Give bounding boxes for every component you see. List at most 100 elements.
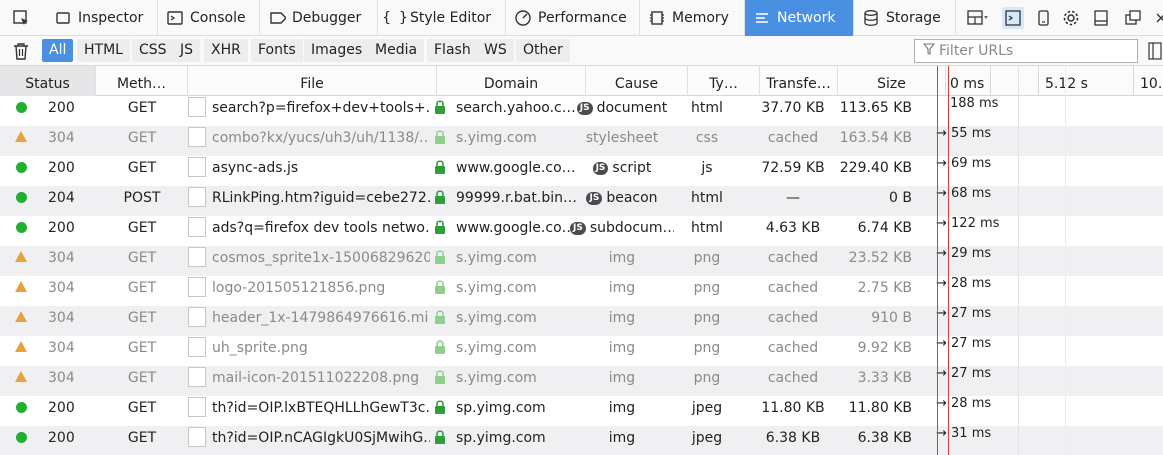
cell-method: GET (127, 370, 157, 386)
cause-label: img (608, 370, 636, 386)
lock-icon (434, 339, 446, 355)
cell-file: cosmos_sprite1x-15006829620… (212, 250, 430, 266)
status-cached-icon (15, 341, 27, 352)
cell-cause: JS document (570, 96, 674, 126)
status-ok-icon (16, 162, 27, 173)
inspector-icon (54, 9, 72, 27)
table-row[interactable]: 200 GET th?id=OIP.nCAGIgkU0SjMwihG… sp.yimg… (0, 426, 1163, 455)
cell-type: jpeg (691, 400, 723, 416)
cell-cause: img (570, 336, 674, 366)
table-row[interactable]: 200 GET search?p=firefox+dev+tools+… search… (0, 96, 1163, 126)
tab-performance[interactable]: Performance (506, 0, 640, 36)
status-cached-icon (15, 251, 27, 262)
table-row[interactable]: 200 GET async-ads.js www.google.co… JS script… (0, 156, 1163, 186)
filter-fonts[interactable]: Fonts (251, 39, 303, 62)
filter-all[interactable]: All (42, 39, 74, 62)
tab-console[interactable]: Console (158, 0, 260, 36)
tab-storage[interactable]: Storage (854, 0, 956, 36)
table-row[interactable]: 304 GET header_1x-1479864976616.mi… s.yimg.… (0, 306, 1163, 336)
cell-type: png (693, 370, 721, 386)
lock-icon (434, 399, 446, 415)
table-row[interactable]: 304 GET cosmos_sprite1x-15006829620… s.yimg… (0, 246, 1163, 276)
table-row[interactable]: 200 GET th?id=OIP.lxBTEQHLLhGewT3c… sp.yimg… (0, 396, 1163, 426)
filter-js[interactable]: JS (173, 39, 201, 62)
tab-memory[interactable]: Memory (640, 0, 745, 36)
lock-icon (434, 219, 446, 235)
cell-file: combo?kx/yucs/uh3/uh/1138/… (212, 130, 430, 146)
table-row[interactable]: 304 GET logo-201505121856.png s.yimg.com img… (0, 276, 1163, 306)
cell-method: GET (127, 430, 157, 446)
cause-label: stylesheet (585, 130, 659, 146)
filter-other[interactable]: Other (516, 39, 570, 62)
column-domain[interactable]: Domain (437, 66, 586, 96)
cell-domain: s.yimg.com (456, 310, 537, 326)
cell-domain: sp.yimg.com (456, 400, 546, 416)
separate-window-icon[interactable] (1122, 7, 1144, 29)
filter-ws[interactable]: WS (477, 39, 514, 62)
filter-images[interactable]: Images (304, 39, 370, 62)
clear-trash-icon[interactable] (12, 41, 30, 61)
table-row[interactable]: 200 GET ads?q=firefox dev tools netwo… www.… (0, 216, 1163, 246)
cell-domain: search.yahoo.c… (456, 100, 576, 116)
cell-status: 200 (48, 400, 75, 416)
cell-size: 9.92 KB (857, 340, 912, 356)
file-thumbnail-icon (188, 397, 206, 417)
cause-label: img (608, 430, 636, 446)
cell-transferred: — (786, 190, 800, 206)
filter-css[interactable]: CSS (132, 39, 174, 62)
column-type[interactable]: Ty… (688, 66, 760, 96)
js-badge-icon: JS (592, 162, 609, 175)
table-row[interactable]: 304 GET uh_sprite.png s.yimg.com img png cache… (0, 336, 1163, 366)
filter-media[interactable]: Media (368, 39, 425, 62)
cell-domain: sp.yimg.com (456, 430, 546, 446)
column-file[interactable]: File (188, 66, 437, 96)
console-icon (166, 9, 184, 27)
tab-debugger[interactable]: Debugger (260, 0, 378, 36)
cell-transferred: 6.38 KB (765, 430, 821, 446)
cell-type: html (691, 100, 723, 116)
tab-style-editor[interactable]: { } Style Editor (378, 0, 506, 36)
waterfall-timing: → 27 ms (936, 336, 992, 351)
cell-size: 0 B (889, 190, 912, 206)
cell-status: 204 (48, 190, 75, 206)
column-method[interactable]: Meth… (96, 66, 188, 96)
cell-domain: 99999.r.bat.bin… (456, 190, 577, 206)
funnel-icon (922, 43, 936, 59)
column-size[interactable]: Size (838, 66, 946, 96)
column-cause[interactable]: Cause (586, 66, 688, 96)
frame-picker-icon[interactable] (966, 7, 988, 29)
column-transferred[interactable]: Transfe… (760, 66, 838, 96)
file-thumbnail-icon (188, 427, 206, 447)
table-row[interactable]: 304 GET combo?kx/yucs/uh3/uh/1138/… s.yimg.… (0, 126, 1163, 156)
close-icon[interactable] (1150, 7, 1163, 29)
waterfall-gridline (990, 66, 991, 96)
cell-status: 200 (48, 220, 75, 236)
cell-method: GET (127, 340, 157, 356)
table-row[interactable]: 204 POST RLinkPing.htm?iguid=cebe272… 99999… (0, 186, 1163, 216)
filter-urls-input[interactable]: Filter URLs (914, 39, 1138, 63)
lock-icon (434, 99, 446, 115)
dock-bottom-icon[interactable] (1090, 7, 1112, 29)
column-status[interactable]: Status (0, 66, 96, 96)
cell-transferred: cached (767, 130, 819, 146)
cell-status: 304 (48, 310, 75, 326)
split-console-icon[interactable] (1002, 7, 1024, 29)
responsive-design-icon[interactable] (1032, 7, 1054, 29)
memory-icon (648, 9, 666, 27)
tab-inspector[interactable]: Inspector (46, 0, 158, 36)
tab-network[interactable]: Network (745, 0, 854, 36)
toggle-sidebar-icon[interactable] (1148, 41, 1162, 61)
waterfall-timing: → 27 ms (936, 366, 992, 381)
filter-xhr[interactable]: XHR (204, 39, 248, 62)
element-picker-icon[interactable] (10, 7, 32, 29)
file-thumbnail-icon (188, 367, 206, 387)
file-thumbnail-icon (188, 247, 206, 267)
filter-html[interactable]: HTML (77, 39, 130, 62)
load-event-line (948, 66, 949, 455)
filter-flash[interactable]: Flash (427, 39, 478, 62)
cell-type: png (693, 340, 721, 356)
cell-domain: www.google.co… (456, 220, 576, 236)
status-ok-icon (16, 402, 27, 413)
gear-icon[interactable] (1060, 7, 1082, 29)
table-row[interactable]: 304 GET mail-icon-201511022208.png s.yimg.c… (0, 366, 1163, 396)
